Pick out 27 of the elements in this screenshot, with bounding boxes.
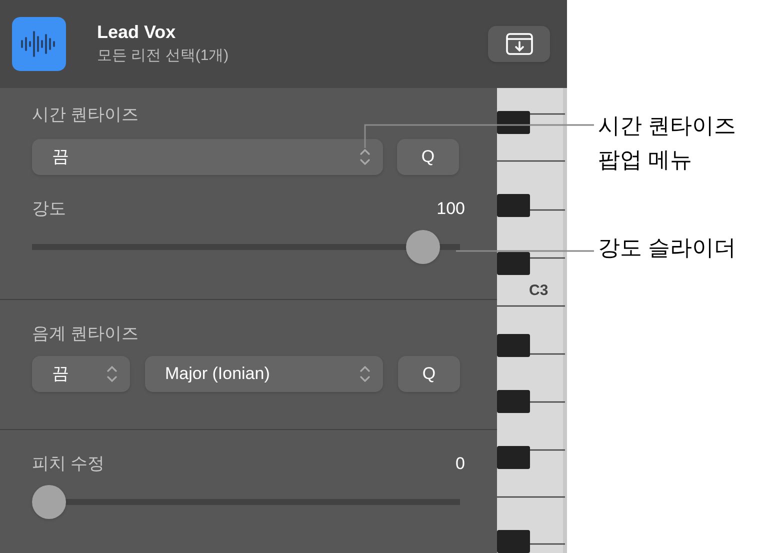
track-subtitle: 모든 리전 선택(1개)	[97, 46, 230, 66]
section-title: 시간 퀀타이즈	[32, 104, 140, 126]
slider-label: 피치 수정	[32, 453, 105, 475]
callout-label: 시간 퀀타이즈 팝업 메뉴	[598, 112, 736, 174]
popup-menu[interactable]: 끔	[32, 356, 130, 392]
download-button[interactable]	[488, 26, 550, 62]
popup-value: 끔	[52, 146, 69, 168]
popup-menu[interactable]: 끔	[32, 139, 383, 175]
slider-thumb[interactable]	[32, 485, 66, 519]
waveform-icon	[12, 17, 66, 71]
popup-menu[interactable]: Major (Ionian)	[145, 356, 383, 392]
slider-value: 100	[436, 198, 465, 220]
popup-value: 끔	[52, 363, 69, 386]
slider-value: 0	[456, 453, 465, 475]
quantize-button[interactable]: Q	[398, 356, 460, 392]
up-down-chevron-icon	[106, 364, 118, 384]
note-label: C3	[529, 281, 548, 301]
slider-label: 강도	[32, 198, 66, 220]
popup-value: Major (Ionian)	[165, 363, 270, 386]
callout-label: 강도 슬라이더	[598, 234, 736, 262]
section-title: 음계 퀀타이즈	[32, 323, 140, 345]
track-title: Lead Vox	[97, 21, 177, 44]
slider-thumb[interactable]	[406, 230, 440, 264]
quantize-button[interactable]: Q	[397, 139, 459, 175]
up-down-chevron-icon	[359, 364, 371, 384]
download-icon	[506, 33, 532, 55]
up-down-chevron-icon	[359, 147, 371, 167]
